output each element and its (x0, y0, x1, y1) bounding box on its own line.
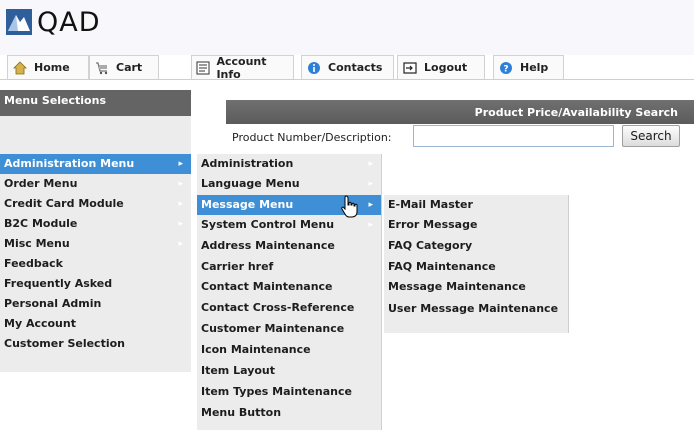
chevron-right-icon: ▸ (178, 219, 183, 229)
info-icon (306, 60, 322, 76)
sidebar-item-feedback[interactable]: Feedback (0, 254, 191, 274)
qad-logo-icon (6, 9, 32, 35)
sidebar-item-label: Credit Card Module (4, 197, 124, 210)
sidebar-item-label: My Account (4, 317, 76, 330)
tab-cart-label: Cart (116, 61, 143, 74)
chevron-right-icon: ▸ (178, 239, 183, 249)
tab-help-label: Help (520, 61, 549, 74)
tab-help[interactable]: ? Help (493, 55, 564, 79)
submenu-item-faq-maintenance[interactable]: FAQ Maintenance (384, 257, 568, 277)
search-panel-title: Product Price/Availability Search (226, 100, 694, 124)
submenu-item-label: E-Mail Master (388, 198, 473, 211)
home-icon (12, 60, 28, 76)
svg-text:?: ? (503, 64, 508, 74)
chevron-right-icon: ▸ (178, 199, 183, 209)
sidebar-item-label: B2C Module (4, 217, 78, 230)
sidebar-item-label: Order Menu (4, 177, 78, 190)
tab-cart[interactable]: Cart (89, 55, 159, 79)
tab-account-info[interactable]: Account Info (191, 54, 294, 81)
submenu-item-label: System Control Menu (201, 218, 335, 231)
submenu-item-item-layout[interactable]: Item Layout (197, 361, 381, 381)
submenu-item-label: Address Maintenance (201, 239, 335, 252)
chevron-right-icon: ▸ (178, 159, 183, 169)
brand-name: QAD (37, 6, 101, 38)
sidebar-item-label: Administration Menu (4, 157, 135, 170)
qad-logo[interactable]: QAD (6, 8, 101, 36)
submenu-item-label: Menu Button (201, 406, 282, 419)
submenu-item-address-maintenance[interactable]: Address Maintenance (197, 236, 381, 256)
sidebar-item-frequently-asked[interactable]: Frequently Asked (0, 274, 191, 294)
app-header: QAD (0, 0, 694, 55)
submenu-item-error-message[interactable]: Error Message (384, 215, 568, 235)
submenu-item-label: Error Message (388, 218, 478, 231)
tab-home-label: Home (34, 61, 70, 74)
submenu-item-faq-category[interactable]: FAQ Category (384, 236, 568, 256)
help-icon: ? (498, 60, 514, 76)
top-navigation: Home Cart Account Info Contacts Logout ?… (0, 55, 694, 83)
sidebar-item-order-menu[interactable]: Order Menu ▸ (0, 174, 191, 194)
submenu-item-label: Customer Maintenance (201, 322, 345, 335)
submenu-item-label: FAQ Maintenance (388, 260, 496, 273)
search-button[interactable]: Search (622, 125, 680, 147)
sidebar-item-customer-selection[interactable]: Customer Selection (0, 334, 191, 354)
submenu-item-label: Message Menu (201, 198, 294, 211)
cart-icon (94, 60, 110, 76)
account-icon (196, 60, 210, 76)
chevron-right-icon: ▸ (368, 179, 373, 189)
submenu-item-language-menu[interactable]: Language Menu ▸ (197, 174, 381, 194)
chevron-right-icon: ▸ (368, 159, 373, 169)
submenu-item-label: Contact Maintenance (201, 280, 333, 293)
sidebar-item-label: Misc Menu (4, 237, 70, 250)
search-input[interactable] (413, 125, 614, 147)
submenu-item-label: Item Types Maintenance (201, 385, 352, 398)
logout-icon (402, 60, 418, 76)
sidebar-item-misc-menu[interactable]: Misc Menu ▸ (0, 234, 191, 254)
sidebar-item-administration-menu[interactable]: Administration Menu ▸ (0, 154, 191, 174)
submenu-item-label: FAQ Category (388, 239, 473, 252)
submenu-item-label: Administration (201, 157, 294, 170)
submenu-item-customer-maintenance[interactable]: Customer Maintenance (197, 319, 381, 339)
submenu-item-label: Message Maintenance (388, 280, 526, 293)
submenu-item-message-maintenance[interactable]: Message Maintenance (384, 277, 568, 297)
submenu-item-contact-cross-reference[interactable]: Contact Cross-Reference (197, 298, 381, 318)
submenu-item-contact-maintenance[interactable]: Contact Maintenance (197, 277, 381, 297)
submenu-item-menu-button[interactable]: Menu Button (197, 403, 381, 423)
sidebar-item-b2c-module[interactable]: B2C Module ▸ (0, 214, 191, 234)
submenu-item-label: Language Menu (201, 177, 300, 190)
sidebar-item-credit-card-module[interactable]: Credit Card Module ▸ (0, 194, 191, 214)
tab-contacts-label: Contacts (328, 61, 383, 74)
sidebar-item-my-account[interactable]: My Account (0, 314, 191, 334)
sidebar-item-label: Personal Admin (4, 297, 102, 310)
tab-logout-label: Logout (424, 61, 468, 74)
sidebar-item-label: Frequently Asked (4, 277, 113, 290)
submenu-item-label: Carrier href (201, 260, 274, 273)
submenu-item-carrier-href[interactable]: Carrier href (197, 257, 381, 277)
submenu-item-user-message-maintenance[interactable]: User Message Maintenance (384, 298, 568, 332)
submenu-item-administration[interactable]: Administration ▸ (197, 154, 381, 174)
submenu-item-label: Contact Cross-Reference (201, 301, 355, 314)
sidebar-item-label: Feedback (4, 257, 63, 270)
sidebar-item-label: Customer Selection (4, 337, 125, 350)
chevron-right-icon: ▸ (368, 220, 373, 230)
submenu-item-label: Item Layout (201, 364, 276, 377)
tab-home[interactable]: Home (7, 55, 89, 79)
submenu-item-label: Icon Maintenance (201, 343, 311, 356)
menu-selections-title: Menu Selections (0, 90, 191, 116)
search-label: Product Number/Description: (232, 131, 392, 144)
nav-divider (0, 79, 694, 80)
submenu-item-icon-maintenance[interactable]: Icon Maintenance (197, 340, 381, 360)
hand-pointer-icon (341, 195, 358, 218)
submenu-item-label: User Message Maintenance (388, 302, 559, 315)
tab-account-info-label: Account Info (216, 54, 267, 81)
chevron-right-icon: ▸ (178, 179, 183, 189)
tab-contacts[interactable]: Contacts (301, 55, 394, 79)
submenu-item-email-master[interactable]: E-Mail Master (384, 195, 568, 215)
chevron-right-icon: ▸ (368, 200, 373, 210)
sidebar-item-personal-admin[interactable]: Personal Admin (0, 294, 191, 314)
submenu-item-item-types-maintenance[interactable]: Item Types Maintenance (197, 382, 381, 402)
tab-logout[interactable]: Logout (397, 55, 485, 79)
